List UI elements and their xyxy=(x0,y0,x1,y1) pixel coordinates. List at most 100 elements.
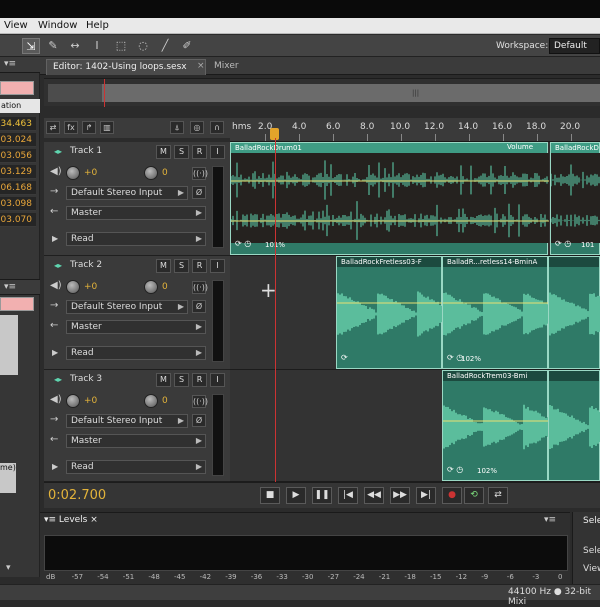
pan-value[interactable]: 0 xyxy=(162,396,168,406)
expand-icon[interactable]: ▾ xyxy=(6,563,11,573)
pause-button[interactable]: ❚❚ xyxy=(312,487,332,504)
pan-value[interactable]: 0 xyxy=(162,168,168,178)
track-lane[interactable]: BalladRockDrum01 Volume ⟳ ◷ 101% BalladR… xyxy=(230,142,600,256)
volume-knob[interactable] xyxy=(66,394,80,408)
snap-icon[interactable]: ∩ xyxy=(210,121,224,134)
phase-icon[interactable]: Ø xyxy=(192,414,206,427)
stereo-icon[interactable]: ((·)) xyxy=(192,395,208,408)
solo-button[interactable]: S xyxy=(174,373,189,387)
go-to-start-button[interactable]: |◀ xyxy=(338,487,358,504)
input-select[interactable]: Default Stereo Input ▶ xyxy=(66,414,188,428)
pan-knob[interactable] xyxy=(144,394,158,408)
volume-value[interactable]: +0 xyxy=(84,168,97,178)
input-select[interactable]: Default Stereo Input ▶ xyxy=(66,300,188,314)
pan-knob[interactable] xyxy=(144,280,158,294)
tab-mixer[interactable]: Mixer xyxy=(214,61,239,71)
panel-menu-icon[interactable]: ▾≡ xyxy=(4,282,16,292)
audio-clip[interactable]: BalladRockTrem03-Bmi ⟳ ◷ 102% xyxy=(442,370,549,481)
audio-clip[interactable]: BalladRockDrum01 Volume ⟳ ◷ 101% xyxy=(230,142,549,255)
track-lane[interactable]: + BalladRockFretless03-F ⟳ BalladR...ret… xyxy=(230,256,600,370)
expand-automation-icon[interactable]: ▶ xyxy=(52,348,58,357)
monitor-button[interactable]: I xyxy=(210,373,225,387)
expand-automation-icon[interactable]: ▶ xyxy=(52,234,58,243)
input-select[interactable]: Default Stereo Input ▶ xyxy=(66,186,188,200)
time-selection-tool-icon[interactable]: I xyxy=(88,38,106,54)
monitor-button[interactable]: I xyxy=(210,259,225,273)
effects-icon[interactable]: fx xyxy=(64,121,78,134)
audio-clip[interactable] xyxy=(548,256,600,369)
automation-mode-select[interactable]: Read ▶ xyxy=(66,232,206,246)
search-field[interactable] xyxy=(0,81,34,95)
record-button[interactable]: ● xyxy=(442,487,462,504)
menu-window[interactable]: Window xyxy=(38,20,77,31)
mute-button[interactable]: M xyxy=(156,259,171,273)
swap-icon[interactable]: ⇄ xyxy=(46,121,60,134)
slip-tool-icon[interactable]: ↔ xyxy=(66,38,84,54)
record-monitor-icon[interactable]: ◎ xyxy=(190,121,204,134)
go-to-end-button[interactable]: ▶| xyxy=(416,487,436,504)
fast-forward-button[interactable]: ▶▶ xyxy=(390,487,410,504)
track-lane[interactable]: BalladRockTrem03-Bmi ⟳ ◷ 102% xyxy=(230,370,600,482)
column-header[interactable]: ation xyxy=(0,99,40,113)
selection-tab[interactable]: Sele xyxy=(583,516,600,526)
track-name[interactable]: Track 3 xyxy=(70,374,102,384)
audio-clip[interactable]: BalladR...retless14-BminA ⟳ ◷ 102% xyxy=(442,256,549,369)
volume-value[interactable]: +0 xyxy=(84,396,97,406)
metronome-icon[interactable]: ⍋ xyxy=(170,121,184,134)
volume-knob[interactable] xyxy=(66,280,80,294)
clip-loop-icon[interactable]: ⟳ ◷ xyxy=(447,465,463,474)
solo-button[interactable]: S xyxy=(174,259,189,273)
session-overview[interactable]: ||| xyxy=(44,78,600,107)
loop-playback-button[interactable]: ⟲ xyxy=(464,487,484,504)
track-drag-icon[interactable]: ◂▸ xyxy=(54,147,62,156)
volume-knob[interactable] xyxy=(66,166,80,180)
pan-value[interactable]: 0 xyxy=(162,282,168,292)
menu-help[interactable]: Help xyxy=(86,20,109,31)
tab-editor[interactable]: Editor: 1402-Using loops.sesx xyxy=(46,59,206,75)
playhead-line[interactable] xyxy=(275,138,276,482)
razor-tool-icon[interactable]: ✎ xyxy=(44,38,62,54)
healing-tool-icon[interactable]: ✐ xyxy=(178,38,196,54)
expand-automation-icon[interactable]: ▶ xyxy=(52,462,58,471)
phase-icon[interactable]: Ø xyxy=(192,300,206,313)
track-name[interactable]: Track 1 xyxy=(70,146,102,156)
panel-menu-icon[interactable]: ▾≡ xyxy=(544,515,556,525)
levels-tab[interactable]: ▾≡ Levels × xyxy=(44,515,98,525)
panel-menu-icon[interactable]: ▾≡ xyxy=(4,59,16,69)
skip-button[interactable]: ⇄ xyxy=(488,487,508,504)
property-field[interactable] xyxy=(0,297,34,311)
close-icon[interactable]: × xyxy=(197,61,205,71)
record-arm-button[interactable]: R xyxy=(192,373,207,387)
mute-button[interactable]: M xyxy=(156,145,171,159)
rewind-button[interactable]: ◀◀ xyxy=(364,487,384,504)
volume-value[interactable]: +0 xyxy=(84,282,97,292)
clip-loop-icon[interactable]: ⟳ ◷ xyxy=(235,239,251,248)
monitor-button[interactable]: I xyxy=(210,145,225,159)
record-arm-button[interactable]: R xyxy=(192,145,207,159)
audio-clip[interactable]: BalladRockFretless03-F ⟳ xyxy=(336,256,443,369)
track-drag-icon[interactable]: ◂▸ xyxy=(54,375,62,384)
stereo-icon[interactable]: ((·)) xyxy=(192,167,208,180)
pan-knob[interactable] xyxy=(144,166,158,180)
menu-view[interactable]: View xyxy=(4,20,28,31)
sends-icon[interactable]: ↱ xyxy=(82,121,96,134)
output-select[interactable]: Master ▶ xyxy=(66,320,206,334)
play-button[interactable]: ▶ xyxy=(286,487,306,504)
eq-icon[interactable]: ▥ xyxy=(100,121,114,134)
brush-tool-icon[interactable]: ╱ xyxy=(156,38,174,54)
move-tool-icon[interactable]: ⇲ xyxy=(22,38,40,54)
mute-button[interactable]: M xyxy=(156,373,171,387)
track-name[interactable]: Track 2 xyxy=(70,260,102,270)
stop-button[interactable]: ■ xyxy=(260,487,280,504)
stereo-icon[interactable]: ((·)) xyxy=(192,281,208,294)
phase-icon[interactable]: Ø xyxy=(192,186,206,199)
clip-loop-icon[interactable]: ⟳ xyxy=(341,353,348,362)
clip-loop-icon[interactable]: ⟳ ◷ xyxy=(555,239,571,248)
record-arm-button[interactable]: R xyxy=(192,259,207,273)
workspace-select[interactable]: Default xyxy=(549,38,600,54)
solo-button[interactable]: S xyxy=(174,145,189,159)
output-select[interactable]: Master ▶ xyxy=(66,434,206,448)
overview-visible-range[interactable] xyxy=(102,84,600,102)
automation-mode-select[interactable]: Read ▶ xyxy=(66,346,206,360)
time-ruler[interactable]: hms 2.0 4.0 6.0 8.0 10.0 12.0 14.0 16.0 … xyxy=(230,118,600,142)
